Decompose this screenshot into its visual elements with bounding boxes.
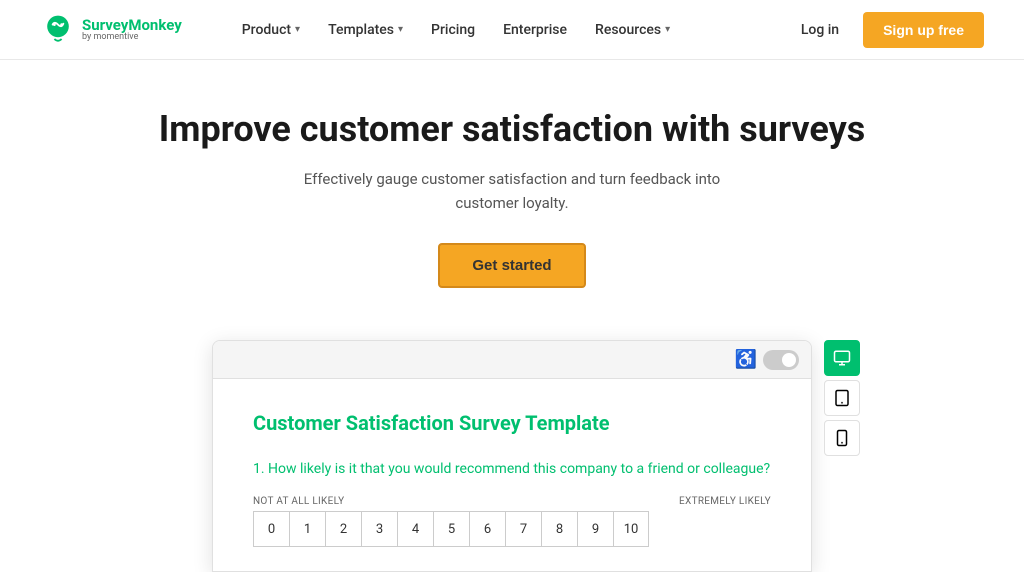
- scale-number-8[interactable]: 8: [541, 511, 577, 547]
- nav-templates-label: Templates: [328, 22, 394, 38]
- nav-product[interactable]: Product ▾: [230, 14, 312, 46]
- scale-left-label: NOT AT ALL LIKELY: [253, 496, 344, 507]
- scale-number-6[interactable]: 6: [469, 511, 505, 547]
- scale-number-2[interactable]: 2: [325, 511, 361, 547]
- nav-enterprise-label: Enterprise: [503, 22, 567, 38]
- hero-title: Improve customer satisfaction with surve…: [20, 108, 1004, 151]
- tablet-icon: [833, 389, 851, 407]
- scale-container: NOT AT ALL LIKELY EXTREMELY LIKELY 01234…: [253, 496, 771, 547]
- survey-preview-card: ♿ Customer Satisfaction Survey Template …: [212, 340, 812, 572]
- scale-number-9[interactable]: 9: [577, 511, 613, 547]
- signup-button[interactable]: Sign up free: [863, 12, 984, 48]
- logo-name: SurveyMonkey: [82, 18, 182, 33]
- mobile-icon: [833, 429, 851, 447]
- hero-section: Improve customer satisfaction with surve…: [0, 60, 1024, 320]
- navbar: SurveyMonkey by momentive Product ▾ Temp…: [0, 0, 1024, 60]
- survey-content: Customer Satisfaction Survey Template 1.…: [213, 379, 811, 571]
- nav-templates[interactable]: Templates ▾: [316, 14, 415, 46]
- scale-number-1[interactable]: 1: [289, 511, 325, 547]
- desktop-icon: [833, 349, 851, 367]
- logo[interactable]: SurveyMonkey by momentive: [40, 12, 182, 48]
- desktop-view-button[interactable]: [824, 340, 860, 376]
- navbar-right: Log in Sign up free: [789, 12, 984, 48]
- logo-sub: by momentive: [82, 33, 182, 42]
- scale-labels: NOT AT ALL LIKELY EXTREMELY LIKELY: [253, 496, 771, 507]
- question-text: 1. How likely is it that you would recom…: [253, 459, 771, 480]
- mobile-view-button[interactable]: [824, 420, 860, 456]
- scale-number-5[interactable]: 5: [433, 511, 469, 547]
- nav-product-label: Product: [242, 22, 291, 38]
- nav-pricing-label: Pricing: [431, 22, 475, 38]
- scale-number-4[interactable]: 4: [397, 511, 433, 547]
- nav-enterprise[interactable]: Enterprise: [491, 14, 579, 46]
- chevron-down-icon: ▾: [398, 24, 403, 35]
- scale-number-0[interactable]: 0: [253, 511, 289, 547]
- device-sidebar: [824, 340, 860, 456]
- survey-title: Customer Satisfaction Survey Template: [253, 411, 771, 435]
- logo-text: SurveyMonkey by momentive: [82, 18, 182, 42]
- main-nav: Product ▾ Templates ▾ Pricing Enterprise…: [230, 14, 682, 46]
- preview-wrapper: ♿ Customer Satisfaction Survey Template …: [212, 340, 812, 572]
- navbar-left: SurveyMonkey by momentive Product ▾ Temp…: [40, 12, 682, 48]
- scale-number-3[interactable]: 3: [361, 511, 397, 547]
- scale-number-7[interactable]: 7: [505, 511, 541, 547]
- get-started-button[interactable]: Get started: [438, 243, 585, 288]
- scale-number-10[interactable]: 10: [613, 511, 649, 547]
- nav-pricing[interactable]: Pricing: [419, 14, 487, 46]
- logo-icon: [40, 12, 76, 48]
- accessibility-icon: ♿: [735, 349, 757, 370]
- scale-right-label: EXTREMELY LIKELY: [679, 496, 771, 507]
- toggle-switch[interactable]: [763, 350, 799, 370]
- hero-subtitle: Effectively gauge customer satisfaction …: [302, 167, 722, 215]
- chevron-down-icon: ▾: [665, 24, 670, 35]
- question-body: How likely is it that you would recommen…: [268, 461, 770, 477]
- login-button[interactable]: Log in: [789, 14, 851, 46]
- question-number: 1.: [253, 461, 268, 477]
- tablet-view-button[interactable]: [824, 380, 860, 416]
- preview-toolbar: ♿: [213, 341, 811, 379]
- toolbar-icons: ♿: [735, 349, 799, 370]
- chevron-down-icon: ▾: [295, 24, 300, 35]
- scale-numbers: 012345678910: [253, 511, 771, 547]
- nav-resources-label: Resources: [595, 22, 661, 38]
- preview-section: ♿ Customer Satisfaction Survey Template …: [0, 320, 1024, 572]
- nav-resources[interactable]: Resources ▾: [583, 14, 682, 46]
